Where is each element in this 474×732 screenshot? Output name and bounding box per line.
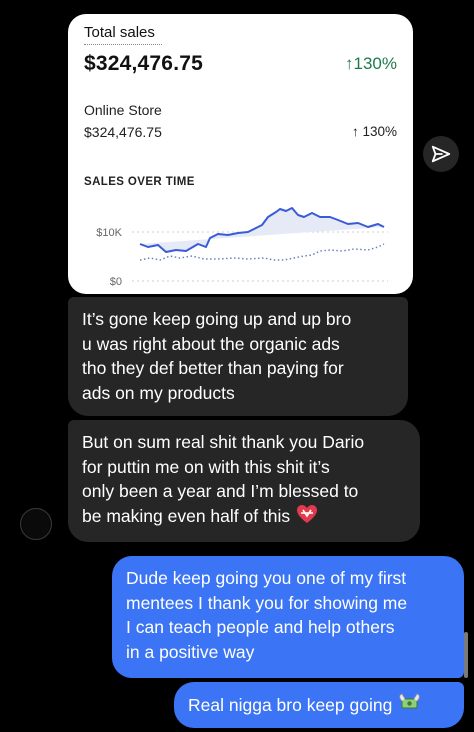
total-sales-label: Total sales xyxy=(84,24,155,41)
outgoing-message-1[interactable]: Dude keep going you one of my first ment… xyxy=(112,556,464,678)
message-line: I can teach people and help others xyxy=(126,617,395,637)
message-line: for puttin me on with this shit it’s xyxy=(82,456,330,477)
outgoing-message-2[interactable]: Real nigga bro keep going xyxy=(174,682,464,728)
sales-over-time-title: SALES OVER TIME xyxy=(84,176,195,188)
message-line: tho they def better than paying for xyxy=(82,358,344,378)
y-tick-0: $0 xyxy=(110,276,122,288)
online-store-change: ↑ 130% xyxy=(351,124,397,139)
message-line: in a positive way xyxy=(126,641,255,662)
message-line: u was right about the organic ads xyxy=(82,333,340,354)
total-sales-amount: $324,476.75 xyxy=(84,52,203,75)
series-area xyxy=(140,208,384,252)
online-store-label: Online Store xyxy=(84,102,162,118)
total-sales-change: ↑130% xyxy=(345,54,397,73)
message-line: only been a year and I’m blessed to xyxy=(82,481,359,501)
message-line: Real nigga bro keep going xyxy=(188,694,393,715)
message-line: But on sum real shit thank you Dario xyxy=(82,432,365,452)
money-with-wings-icon xyxy=(398,692,422,721)
incoming-message-1[interactable]: It’s gone keep going up and up bro u was… xyxy=(68,297,408,416)
heart-with-ribbon-icon xyxy=(296,504,318,531)
sales-summary-card: Total sales $324,476.75 ↑130% Online Sto… xyxy=(68,14,413,294)
message-line-with-emoji: be making even half of this xyxy=(82,504,406,531)
message-line: It’s gone keep going up and up bro xyxy=(82,309,352,329)
incoming-message-2[interactable]: But on sum real shit thank you Dario for… xyxy=(68,420,420,542)
send-arrow-icon xyxy=(431,145,451,163)
dotted-underline xyxy=(84,44,162,45)
scrollbar[interactable] xyxy=(464,632,468,678)
sales-over-time-chart: $10K $0 xyxy=(96,207,388,288)
share-button[interactable] xyxy=(423,136,459,172)
message-line: mentees I thank you for showing me xyxy=(126,592,408,613)
online-store-amount: $324,476.75 xyxy=(84,124,162,140)
avatar[interactable] xyxy=(20,508,52,540)
message-line-text: be making even half of this xyxy=(82,505,291,526)
message-line: Dude keep going you one of my first xyxy=(126,568,407,588)
y-tick-10k: $10K xyxy=(96,227,122,239)
message-line: ads on my products xyxy=(82,382,235,403)
